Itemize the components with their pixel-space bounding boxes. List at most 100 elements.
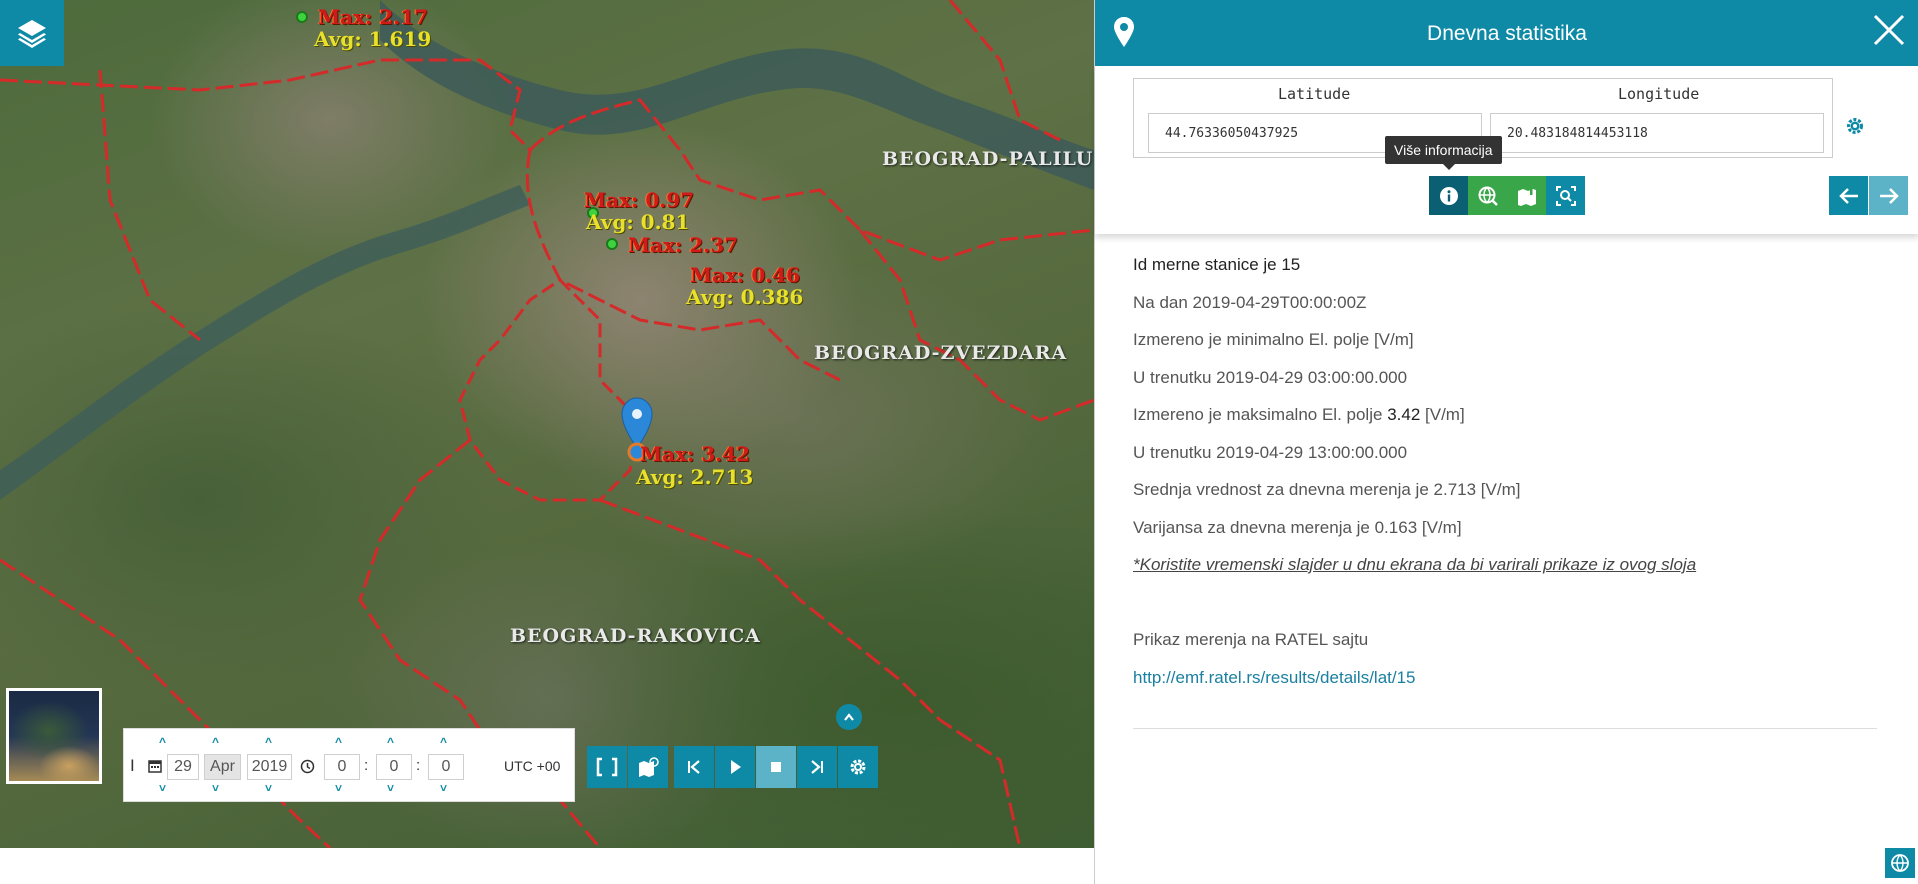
map-layer-button[interactable]: [1507, 176, 1546, 215]
max-field-text: Izmereno je maksimalno El. polje 3.42 [V…: [1133, 402, 1883, 440]
year-down-button[interactable]: ˅: [265, 781, 272, 795]
station-avg-label: Avg: 0.81: [586, 210, 690, 234]
gear-icon: [850, 759, 866, 775]
station-avg-label: Avg: 1.619: [314, 27, 432, 51]
hour-down-button[interactable]: ˅: [335, 781, 342, 795]
district-label-palilula: BEOGRAD-PALILU: [882, 148, 1094, 170]
max-time-text: U trenutku 2019-04-29 13:00:00.000: [1133, 442, 1408, 462]
longitude-label: Longitude: [1618, 85, 1700, 103]
station-max-label: Max: 2.37: [628, 233, 739, 257]
ratel-link[interactable]: http://emf.ratel.rs/results/details/lat/…: [1133, 668, 1416, 687]
app: BEOGRAD-PALILU BEOGRAD-ZVEZDARA BEOGRAD-…: [0, 0, 1918, 884]
skip-start-icon: [688, 760, 700, 774]
panel-title: Dnevna statistika: [1427, 22, 1587, 45]
layers-button[interactable]: [0, 0, 64, 66]
day-down-button[interactable]: ˅: [159, 781, 166, 795]
chevron-up-icon: [844, 713, 854, 721]
info-icon: [1439, 186, 1458, 205]
next-button[interactable]: [1869, 176, 1908, 215]
brackets-icon: [596, 757, 618, 777]
time-slider-hint: *Koristite vremenski slajder u dnu ekran…: [1133, 552, 1883, 590]
skip-to-end-button[interactable]: [797, 746, 837, 788]
collapse-timebar-button[interactable]: [836, 704, 862, 730]
time-settings-button[interactable]: [838, 746, 878, 788]
max-field-prefix: Izmereno je maksimalno El. polje: [1133, 405, 1383, 424]
globe-search-icon: [1478, 186, 1498, 206]
variance-text: Varijansa za dnevna merenja je 0.163 [V/…: [1133, 517, 1462, 537]
station-max-label: Max: 0.97: [584, 188, 695, 212]
month-down-button[interactable]: ˅: [212, 781, 219, 795]
skip-to-start-button[interactable]: [674, 746, 714, 788]
clock-icon: [300, 759, 315, 774]
station-marker[interactable]: [296, 11, 308, 23]
play-icon: [731, 760, 741, 774]
month-field[interactable]: Apr: [204, 754, 241, 780]
longitude-input[interactable]: 20.483184814453118: [1490, 113, 1824, 153]
globe-search-button[interactable]: [1468, 176, 1507, 215]
station-max-label: Max: 3.42: [640, 442, 751, 466]
previous-button[interactable]: [1829, 176, 1868, 215]
month-up-button[interactable]: ^: [212, 735, 219, 749]
year-field[interactable]: 2019: [247, 754, 292, 780]
max-field-value: 3.42: [1387, 405, 1421, 424]
map-overlay: [0, 0, 1094, 848]
time-slider-hint-text: *Koristite vremenski slajder u dnu ekran…: [1133, 555, 1697, 574]
second-field[interactable]: 0: [428, 754, 464, 780]
close-icon[interactable]: [1871, 12, 1907, 48]
ratel-link-line: http://emf.ratel.rs/results/details/lat/…: [1133, 665, 1883, 703]
globe-button[interactable]: [1885, 848, 1915, 878]
minute-up-button[interactable]: ^: [387, 735, 394, 749]
time-separator: :: [416, 757, 421, 774]
panel-header: Dnevna statistika: [1095, 0, 1918, 66]
time-slider-panel: I ^ 29 ˅ ^ Apr ˅ ^ 2019 ˅ ^ 0 ˅ : ^ 0 ˅ …: [123, 728, 575, 802]
district-label-zvezdara: BEOGRAD-ZVEZDARA: [814, 342, 1068, 364]
station-avg-label: Avg: 0.386: [686, 285, 804, 309]
coordinates-settings-icon[interactable]: [1845, 116, 1865, 136]
zoom-to-button[interactable]: [1546, 176, 1585, 215]
map-refresh-icon: [639, 757, 659, 777]
station-info: Id merne stanice je 15 Na dan 2019-04-29…: [1133, 252, 1883, 702]
district-boundaries: [0, 0, 1094, 848]
map-refresh-button[interactable]: [628, 746, 668, 788]
calendar-icon: [148, 760, 162, 773]
district-label-rakovica: BEOGRAD-RAKOVICA: [510, 625, 761, 647]
station-marker[interactable]: [606, 238, 618, 250]
station-max-label: Max: 2.17: [318, 5, 429, 29]
minute-field[interactable]: 0: [376, 754, 412, 780]
day-field[interactable]: 29: [167, 754, 199, 780]
latitude-label: Latitude: [1278, 85, 1351, 103]
day-up-button[interactable]: ^: [159, 735, 166, 749]
navigation-buttons: [1829, 176, 1908, 215]
map-chart-icon: [1517, 186, 1536, 206]
arrow-right-icon: [1879, 187, 1899, 204]
station-max-label: Max: 0.46: [690, 263, 801, 287]
arrow-left-icon: [1838, 187, 1858, 204]
play-button[interactable]: [715, 746, 755, 788]
skip-end-icon: [811, 760, 823, 774]
river-sava: [0, 185, 530, 500]
min-field-text: Izmereno je minimalno El. polje [V/m]: [1133, 330, 1414, 349]
globe-icon: [1891, 854, 1909, 872]
layers-icon: [18, 20, 46, 48]
action-buttons: [1429, 176, 1585, 215]
time-range-button[interactable]: [587, 746, 627, 788]
second-up-button[interactable]: ^: [440, 735, 447, 749]
station-id-text: Id merne stanice je 15: [1133, 255, 1301, 274]
daily-statistics-panel: Dnevna statistika Latitude Longitude 44.…: [1094, 0, 1918, 884]
hour-field[interactable]: 0: [324, 754, 360, 780]
station-avg-label: Avg: 2.713: [636, 465, 754, 489]
timezone-label: UTC +00: [504, 758, 561, 774]
hour-up-button[interactable]: ^: [335, 735, 342, 749]
cursor-icon: I: [130, 756, 135, 775]
year-up-button[interactable]: ^: [265, 735, 272, 749]
mean-text: Srednja vrednost za dnevna merenja je 2.…: [1133, 480, 1521, 499]
minute-down-button[interactable]: ˅: [387, 781, 394, 795]
stop-button[interactable]: [756, 746, 796, 788]
more-info-button[interactable]: [1429, 176, 1468, 215]
map-view[interactable]: BEOGRAD-PALILU BEOGRAD-ZVEZDARA BEOGRAD-…: [0, 0, 1094, 848]
date-text: Na dan 2019-04-29T00:00:00Z: [1133, 292, 1367, 312]
overview-minimap[interactable]: [6, 688, 102, 784]
second-down-button[interactable]: ˅: [440, 781, 447, 795]
zoom-focus-icon: [1555, 185, 1576, 206]
